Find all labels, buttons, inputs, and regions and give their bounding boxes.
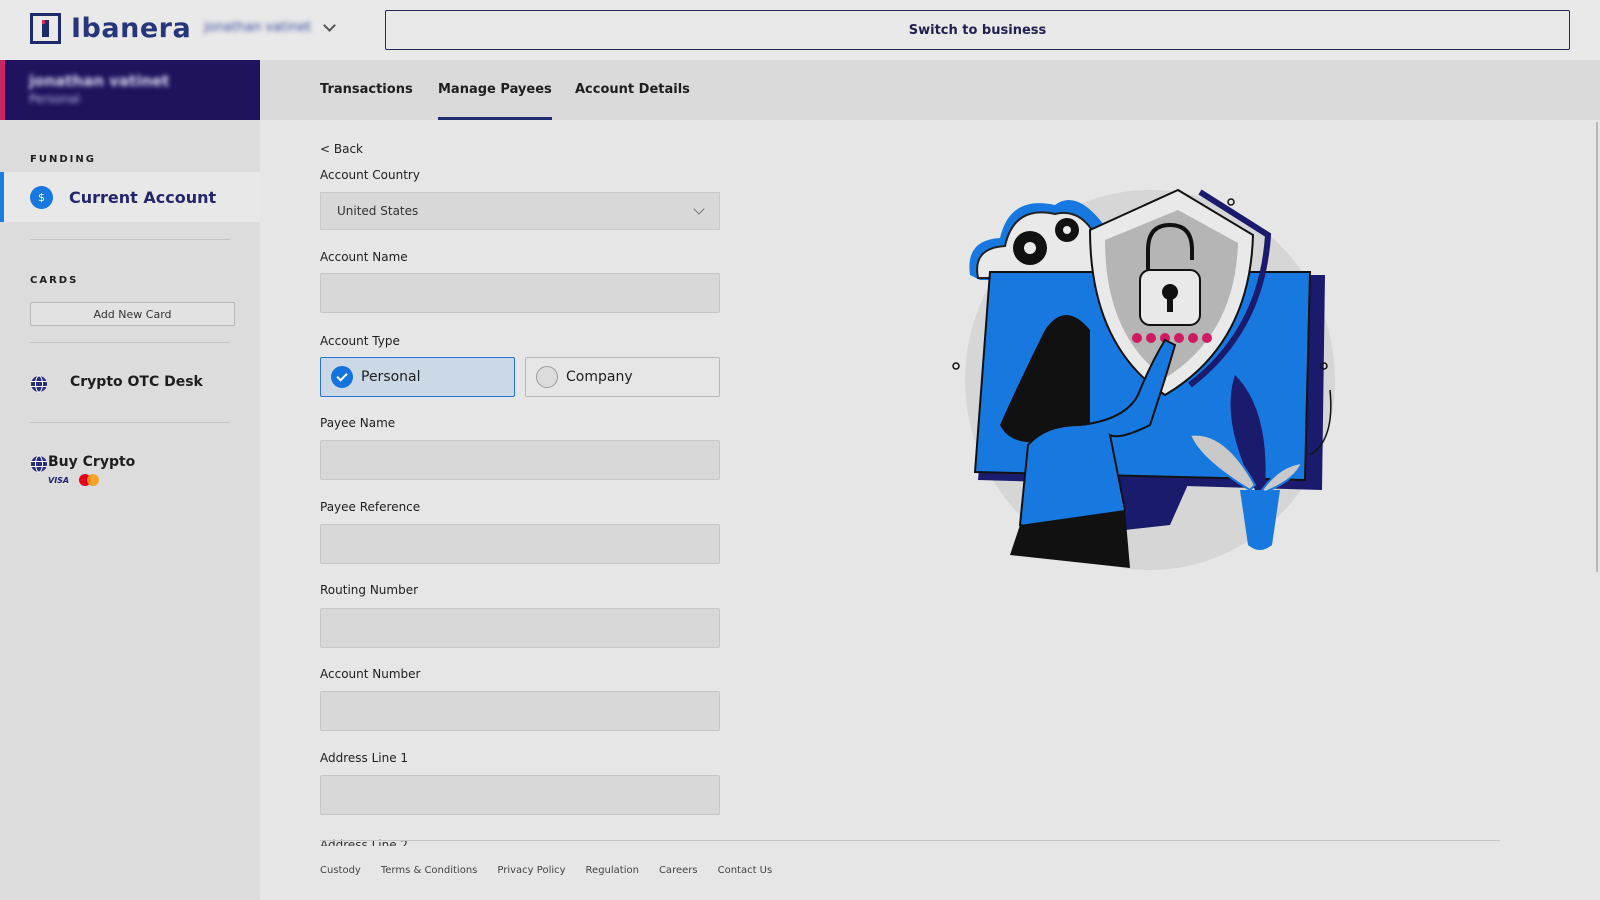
account-type-label: Account Type: [320, 334, 400, 348]
dollar-icon: $: [30, 185, 53, 209]
tab-transactions[interactable]: Transactions: [320, 82, 413, 120]
sidebar-item-buy-crypto[interactable]: Buy Crypto VISA: [30, 454, 135, 486]
brand-name: Ibanera: [71, 13, 192, 44]
footer-link-custody[interactable]: Custody: [320, 865, 361, 876]
radio-empty-icon: [536, 366, 558, 388]
globe-icon: [31, 455, 47, 473]
user-switcher[interactable]: jonathan vatinet: [204, 19, 337, 35]
user-name: jonathan vatinet: [204, 20, 312, 35]
profile-box[interactable]: jonathan vatinet Personal: [0, 60, 260, 120]
footer-links: Custody Terms & Conditions Privacy Polic…: [320, 865, 792, 876]
address-line1-label: Address Line 1: [320, 751, 409, 765]
mastercard-logo: [79, 474, 100, 486]
footer-link-contact[interactable]: Contact Us: [718, 865, 773, 876]
footer-link-privacy[interactable]: Privacy Policy: [497, 865, 565, 876]
sidebar-item-label: Crypto OTC Desk: [70, 374, 203, 390]
tab-account-details[interactable]: Account Details: [575, 82, 690, 120]
payee-reference-label: Payee Reference: [320, 500, 421, 514]
account-country-value: United States: [337, 204, 419, 218]
payee-name-label: Payee Name: [320, 416, 396, 430]
address-line1-input[interactable]: [320, 775, 720, 815]
routing-number-input[interactable]: [320, 608, 720, 648]
account-type-company-radio[interactable]: Company: [525, 357, 720, 397]
top-header: Ibanera jonathan vatinet Switch to busin…: [0, 0, 1600, 60]
account-name-label: Account Name: [320, 250, 408, 264]
payee-reference-input[interactable]: [320, 524, 720, 564]
footer-link-careers[interactable]: Careers: [659, 865, 698, 876]
checkmark-icon: [331, 366, 353, 388]
globe-icon: [31, 375, 47, 393]
visa-logo: VISA: [48, 475, 70, 485]
payee-name-input[interactable]: [320, 440, 720, 480]
tab-manage-payees[interactable]: Manage Payees: [438, 82, 552, 120]
cards-section-title: CARDS: [30, 275, 79, 286]
security-illustration: [952, 188, 1335, 570]
sidebar-item-crypto-otc[interactable]: Crypto OTC Desk: [30, 374, 203, 393]
profile-name: jonathan vatinet: [29, 72, 170, 90]
account-country-label: Account Country: [320, 168, 420, 182]
account-name-input[interactable]: [320, 273, 720, 313]
scrollbar[interactable]: [1596, 122, 1598, 572]
footer-divider: [320, 840, 1500, 841]
footer-link-terms[interactable]: Terms & Conditions: [381, 865, 478, 876]
sidebar-item-current-account[interactable]: $ Current Account: [0, 172, 260, 222]
divider: [30, 239, 230, 240]
routing-number-label: Routing Number: [320, 583, 419, 597]
sidebar-item-label: Buy Crypto: [48, 454, 136, 470]
logo-icon: [30, 13, 61, 44]
chevron-down-icon: [323, 19, 337, 32]
add-new-card-button[interactable]: Add New Card: [30, 302, 235, 326]
divider: [30, 422, 230, 423]
account-number-input[interactable]: [320, 691, 720, 731]
profile-type: Personal: [29, 92, 81, 106]
tabs-bar: Transactions Manage Payees Account Detai…: [260, 60, 1600, 120]
chevron-down-icon: [693, 203, 705, 215]
divider: [30, 342, 230, 343]
back-link[interactable]: < Back: [320, 142, 363, 156]
account-country-select[interactable]: United States: [320, 192, 720, 230]
radio-label: Company: [566, 369, 633, 385]
ibanera-logo[interactable]: Ibanera: [30, 13, 191, 44]
footer-link-regulation[interactable]: Regulation: [586, 865, 639, 876]
card-brands: VISA: [48, 474, 135, 486]
account-number-label: Account Number: [320, 667, 421, 681]
sidebar: FUNDING $ Current Account CARDS Add New …: [0, 120, 260, 900]
main-content: < Back Account Country United States Acc…: [260, 120, 1600, 900]
sidebar-item-label: Current Account: [69, 187, 217, 207]
account-type-personal-radio[interactable]: Personal: [320, 357, 515, 397]
switch-to-business-button[interactable]: Switch to business: [385, 10, 1570, 50]
radio-label: Personal: [361, 369, 421, 385]
funding-section-title: FUNDING: [30, 154, 96, 165]
